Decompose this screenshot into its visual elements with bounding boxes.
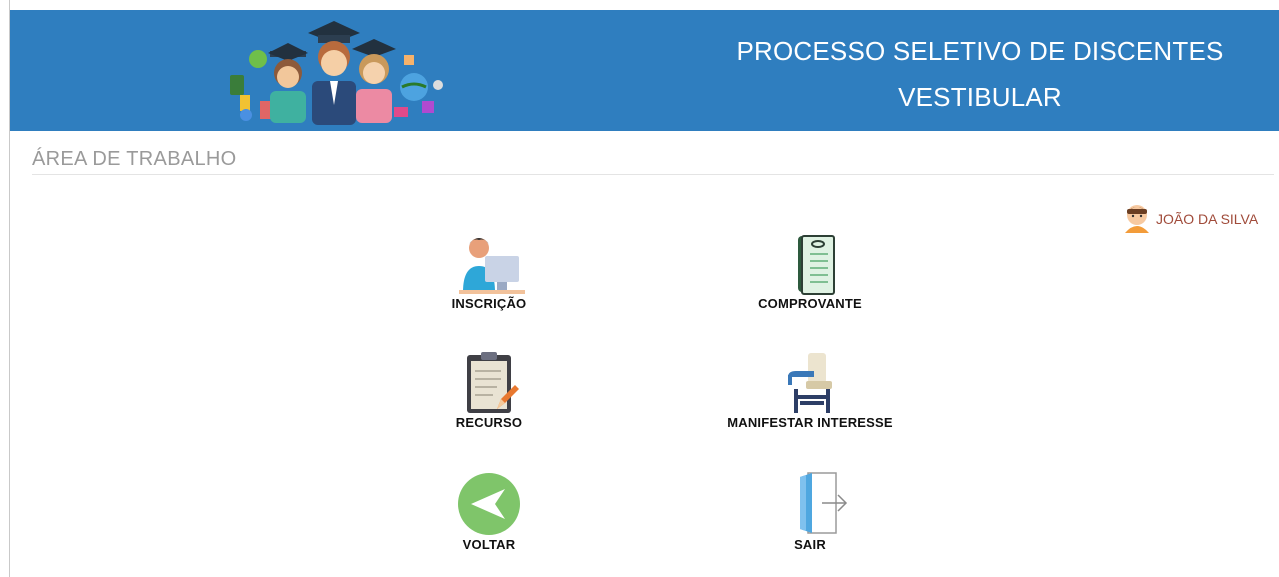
menu-item-label: INSCRIÇÃO	[451, 296, 527, 311]
header-title: PROCESSO SELETIVO DE DISCENTES	[736, 36, 1224, 66]
menu-item-label: VOLTAR	[462, 537, 516, 552]
menu-item-comprovante[interactable]: COMPROVANTE	[710, 234, 910, 311]
page-header: PROCESSO SELETIVO DE DISCENTES VESTIBULA…	[10, 10, 1279, 131]
menu-item-label: MANIFESTAR INTERESSE	[727, 415, 893, 430]
menu-item-voltar[interactable]: VOLTAR	[389, 471, 589, 552]
menu-item-recurso[interactable]: RECURSO	[389, 351, 589, 430]
menu-item-sair[interactable]: SAIR	[710, 471, 910, 552]
menu-item-label: RECURSO	[455, 415, 523, 430]
school-desk-icon	[710, 351, 910, 415]
student-computer-icon	[389, 234, 589, 296]
back-arrow-icon	[389, 471, 589, 537]
section-divider	[32, 174, 1274, 175]
exit-door-icon	[710, 471, 910, 537]
user-name: JOÃO DA SILVA	[1156, 211, 1259, 227]
graduates-illustration-icon	[218, 15, 450, 127]
menu-item-manifestar-interesse[interactable]: MANIFESTAR INTERESSE	[710, 351, 910, 430]
menu-item-label: SAIR	[794, 537, 826, 552]
user-avatar-icon	[1122, 201, 1152, 238]
clipboard-pencil-icon	[389, 351, 589, 415]
receipt-scroll-icon	[710, 234, 910, 296]
header-subtitle: VESTIBULAR	[898, 82, 1062, 112]
menu-item-inscricao[interactable]: INSCRIÇÃO	[389, 234, 589, 311]
user-menu[interactable]: JOÃO DA SILVA	[1122, 202, 1258, 236]
workspace-title: ÁREA DE TRABALHO	[32, 148, 237, 170]
menu-item-label: COMPROVANTE	[758, 296, 862, 311]
